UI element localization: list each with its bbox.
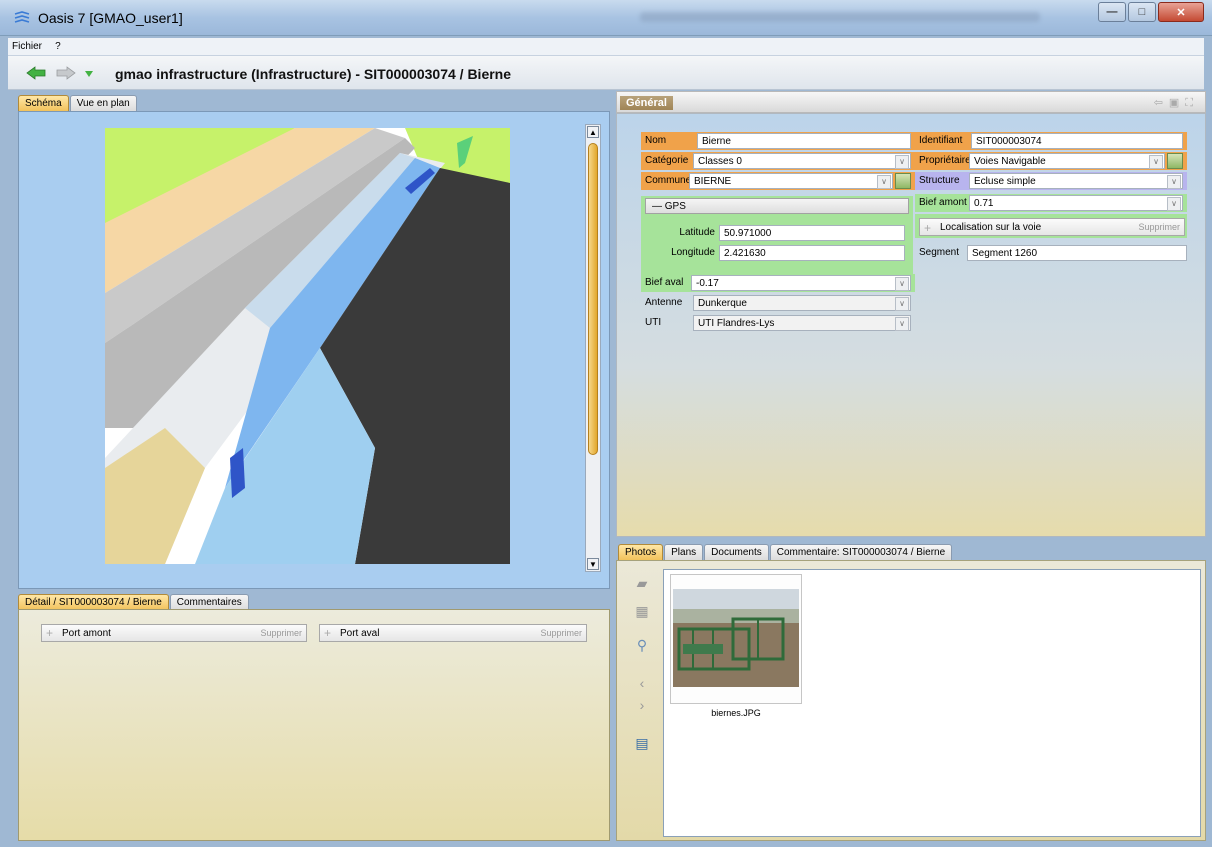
proprietaire-select[interactable]: Voies Navigable (969, 153, 1165, 169)
tab-documents[interactable]: Documents (704, 544, 769, 560)
tab-plans[interactable]: Plans (664, 544, 704, 560)
bief-amont-select[interactable]: 0.71 (969, 195, 1183, 211)
supprimer-link[interactable]: Supprimer (540, 628, 582, 638)
uti-select[interactable]: UTI Flandres-Lys (693, 315, 911, 331)
gallery-view-icon[interactable]: ▤ (633, 735, 651, 753)
supprimer-link[interactable]: Supprimer (260, 628, 302, 638)
menu-fichier[interactable]: Fichier (8, 38, 48, 52)
scroll-up-icon[interactable]: ▲ (587, 126, 599, 138)
photo-caption: biernes.JPG (711, 708, 761, 718)
tab-commentaires[interactable]: Commentaires (169, 594, 249, 610)
blurred-taskbar-text (640, 12, 1040, 22)
tab-detail[interactable]: Détail / SIT000003074 / Bierne (18, 594, 169, 610)
lock-3d-schema-image[interactable] (105, 128, 510, 564)
tab-vue-en-plan[interactable]: Vue en plan (69, 95, 137, 111)
schema-viewport[interactable]: ▲ ▼ (18, 111, 610, 589)
back-arrow-icon[interactable] (26, 66, 46, 80)
categorie-select[interactable]: Classes 0 (693, 153, 911, 169)
gps-collapse-header[interactable]: — GPS (645, 198, 909, 214)
segment-field[interactable]: Segment 1260 (967, 245, 1187, 261)
port-aval-button[interactable]: + Port aval Supprimer (319, 624, 587, 642)
commune-select[interactable]: BIERNE (689, 173, 893, 189)
longitude-field[interactable]: 2.421630 (719, 245, 905, 261)
forward-arrow-icon[interactable] (56, 66, 76, 80)
photo-image[interactable] (673, 589, 799, 687)
supprimer-link[interactable]: Supprimer (1138, 222, 1180, 232)
photos-panel: ▰ ▦ ⚲ ‹ › ▤ biernes.JPG (616, 560, 1206, 841)
toolbar: gmao infrastructure (Infrastructure) - S… (8, 56, 1204, 90)
nom-field[interactable]: Bierne (697, 133, 911, 149)
gps-group: — GPS Latitude 50.971000 Longitude 2.421… (641, 196, 913, 280)
zoom-icon[interactable]: ⚲ (633, 637, 651, 655)
panel-window-icons[interactable]: ⇦▣⛶ (1154, 96, 1199, 110)
app-icon (14, 11, 30, 23)
tab-commentaire[interactable]: Commentaire: SIT000003074 / Bierne (769, 544, 953, 560)
left-panel: Schéma Vue en plan ▲ ▼ Détail / SIT00000… (18, 93, 610, 841)
minimize-button[interactable]: — (1098, 2, 1126, 22)
general-panel-header: Général ⇦▣⛶ (616, 91, 1206, 113)
schema-vertical-scrollbar[interactable]: ▲ ▼ (585, 124, 601, 572)
detail-panel: + Port amont Supprimer + Port aval Suppr… (18, 609, 610, 841)
history-dropdown-icon[interactable] (84, 70, 94, 78)
commune-picker-icon[interactable] (895, 173, 911, 189)
identifiant-field[interactable]: SIT000003074 (971, 133, 1183, 149)
structure-select[interactable]: Ecluse simple (969, 173, 1183, 189)
general-title: Général (620, 96, 673, 110)
photo-gallery: biernes.JPG (663, 569, 1201, 837)
antenne-select[interactable]: Dunkerque (693, 295, 911, 311)
page-title: gmao infrastructure (Infrastructure) - S… (115, 66, 512, 82)
tab-schema[interactable]: Schéma (18, 95, 69, 111)
previous-icon[interactable]: ‹ (633, 675, 651, 693)
maximize-button[interactable]: □ (1128, 2, 1156, 22)
proprietaire-picker-icon[interactable] (1167, 153, 1183, 169)
photo-thumbnail[interactable] (670, 574, 802, 704)
window-title: Oasis 7 [GMAO_user1] (38, 10, 183, 26)
close-button[interactable]: ✕ (1158, 2, 1204, 22)
add-icon: + (46, 626, 54, 640)
tab-photos[interactable]: Photos (618, 544, 664, 560)
delete-icon[interactable]: ▦ (633, 603, 651, 621)
window-titlebar: Oasis 7 [GMAO_user1] — □ ✕ (0, 0, 1212, 36)
scrollbar-thumb[interactable] (588, 143, 598, 455)
port-amont-button[interactable]: + Port amont Supprimer (41, 624, 307, 642)
open-folder-icon[interactable]: ▰ (633, 575, 651, 593)
add-icon: + (924, 221, 932, 235)
general-form: Nom Bierne Catégorie Classes 0 Commune 1… (616, 113, 1206, 537)
menu-bar: Fichier ? (8, 38, 1204, 56)
scroll-down-icon[interactable]: ▼ (587, 558, 599, 570)
add-icon: + (324, 626, 332, 640)
latitude-field[interactable]: 50.971000 (719, 225, 905, 241)
next-icon[interactable]: › (633, 697, 651, 715)
menu-help[interactable]: ? (51, 38, 67, 52)
localisation-sur-la-voie-button[interactable]: + Localisation sur la voie Supprimer (919, 218, 1185, 236)
bief-aval-select[interactable]: -0.17 (691, 275, 911, 291)
